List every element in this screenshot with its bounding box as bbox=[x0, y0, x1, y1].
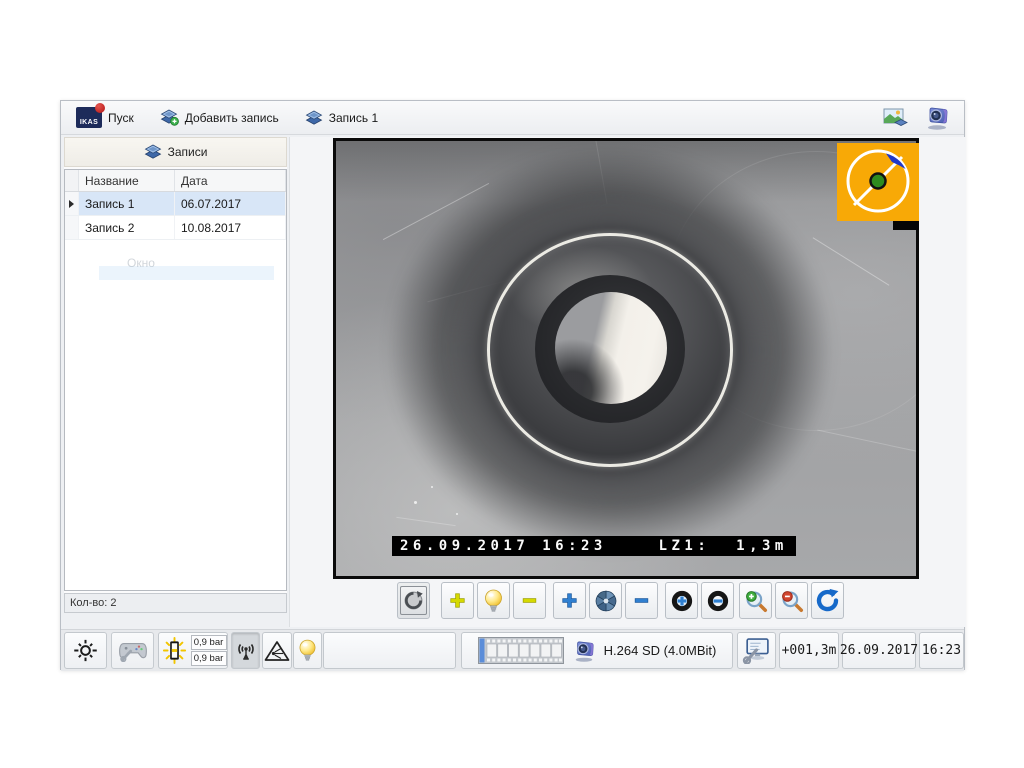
zoom-out-icon bbox=[780, 589, 804, 613]
codec-label: H.264 SD (4.0MBit) bbox=[604, 643, 717, 658]
add-record-button[interactable]: Добавить запись bbox=[151, 106, 288, 129]
records-table-header: Название Дата bbox=[65, 170, 286, 192]
laser-button[interactable] bbox=[262, 632, 292, 669]
pan-view-button[interactable] bbox=[397, 582, 430, 619]
record-name-cell: Запись 1 bbox=[79, 192, 175, 215]
pressure-group: 0,9 bar 0,9 bar bbox=[158, 632, 228, 669]
pan-view-icon bbox=[400, 586, 427, 615]
pipe-image: 26.09.2017 16:23 LZ1: 1,3m bbox=[336, 141, 916, 576]
reset-view-button[interactable] bbox=[811, 582, 844, 619]
current-record-button[interactable]: Запись 1 bbox=[296, 107, 387, 129]
focus-plus-button[interactable] bbox=[665, 582, 698, 619]
camera-video-feed: 26.09.2017 16:23 LZ1: 1,3m bbox=[333, 138, 919, 579]
zoom-out-button[interactable] bbox=[775, 582, 808, 619]
pressure-lamp-icon bbox=[160, 637, 189, 664]
current-record-label: Запись 1 bbox=[329, 111, 378, 125]
laser-warning-icon bbox=[264, 640, 290, 662]
record-stack-icon bbox=[144, 144, 162, 160]
add-record-label: Добавить запись bbox=[185, 111, 279, 125]
focus-minus-button[interactable] bbox=[701, 582, 734, 619]
desktop: IKAS Пуск Добавить запись bbox=[0, 0, 1024, 768]
row-marker-cell bbox=[65, 192, 79, 215]
date-display: 26.09.2017 bbox=[842, 632, 916, 669]
record-date-cell: 10.08.2017 bbox=[175, 216, 286, 239]
status-bar: 0,9 bar 0,9 bar bbox=[61, 629, 964, 671]
light-minus-button[interactable] bbox=[513, 582, 546, 619]
light-minus-icon bbox=[520, 591, 539, 610]
filmstrip-icon bbox=[478, 637, 564, 664]
iris-plus-button[interactable] bbox=[553, 582, 586, 619]
add-record-icon bbox=[160, 109, 179, 126]
start-button[interactable]: IKAS Пуск bbox=[67, 104, 143, 131]
ikas-logo-text: IKAS bbox=[76, 119, 102, 126]
time-display: 16:23 bbox=[919, 632, 964, 669]
records-count-bar: Кол-во: 2 bbox=[64, 593, 287, 613]
record-name-cell: Запись 2 bbox=[79, 216, 175, 239]
focus-plus-icon bbox=[670, 589, 694, 613]
iris-plus-icon bbox=[560, 591, 579, 610]
pressure-value-2: 0,9 bar bbox=[191, 651, 227, 666]
status-left-group: 0,9 bar 0,9 bar bbox=[64, 632, 322, 669]
overlay-settings-icon bbox=[742, 637, 771, 664]
app-window: IKAS Пуск Добавить запись bbox=[60, 100, 965, 670]
record-stack-icon bbox=[305, 110, 323, 126]
record-row-1[interactable]: Запись 1 06.07.2017 bbox=[65, 192, 286, 216]
main-toolbar: IKAS Пуск Добавить запись bbox=[61, 101, 964, 135]
lamp-icon bbox=[484, 589, 503, 613]
fading-tooltip-text: Окно bbox=[127, 256, 155, 270]
start-button-label: Пуск bbox=[108, 111, 134, 125]
brightness-button[interactable] bbox=[64, 632, 107, 669]
webcam-icon bbox=[572, 640, 596, 662]
camera-button[interactable] bbox=[922, 105, 952, 131]
overlay-settings-button[interactable] bbox=[737, 632, 776, 669]
iris-button[interactable] bbox=[589, 582, 622, 619]
records-panel-header[interactable]: Записи bbox=[64, 137, 287, 167]
light-plus-icon bbox=[448, 591, 467, 610]
reset-view-icon bbox=[815, 588, 840, 613]
zoom-in-icon bbox=[744, 589, 768, 613]
lamp-icon bbox=[299, 639, 316, 662]
column-header-name[interactable]: Название bbox=[79, 170, 175, 191]
transmitter-button[interactable] bbox=[231, 632, 260, 669]
distance-counter: +001,3m bbox=[779, 632, 839, 669]
focus-minus-icon bbox=[706, 589, 730, 613]
joystick-button[interactable] bbox=[111, 632, 154, 669]
brightness-icon bbox=[73, 638, 98, 663]
record-row-2[interactable]: Запись 2 10.08.2017 bbox=[65, 216, 286, 240]
selected-row-marker-icon bbox=[69, 200, 74, 208]
iris-icon bbox=[595, 590, 617, 612]
records-panel-title: Записи bbox=[168, 145, 208, 159]
marker-column-header bbox=[65, 170, 79, 191]
fading-tooltip-band bbox=[99, 266, 274, 280]
recording-status-panel: H.264 SD (4.0MBit) bbox=[461, 632, 733, 669]
lamp-status-button[interactable] bbox=[293, 632, 322, 669]
joystick-icon bbox=[118, 639, 148, 662]
camera-position-indicator bbox=[837, 143, 919, 221]
status-empty-panel bbox=[323, 632, 456, 669]
lamp-button[interactable] bbox=[477, 582, 510, 619]
snapshot-icon bbox=[883, 108, 908, 128]
webcam-icon bbox=[924, 106, 950, 130]
pressure-value-1: 0,9 bar bbox=[191, 635, 227, 650]
iris-minus-icon bbox=[632, 591, 651, 610]
record-date-cell: 06.07.2017 bbox=[175, 192, 286, 215]
snapshot-button[interactable] bbox=[880, 105, 910, 131]
row-marker-cell bbox=[65, 216, 79, 239]
toolbar-right-group bbox=[880, 105, 952, 131]
pressure-readouts: 0,9 bar 0,9 bar bbox=[191, 635, 227, 666]
records-table: Название Дата Запись 1 06.07.2017 Запись… bbox=[64, 169, 287, 591]
antenna-icon bbox=[234, 640, 258, 662]
records-panel: Записи Название Дата Запись 1 06.07.2017 bbox=[64, 137, 287, 613]
column-header-date[interactable]: Дата bbox=[175, 170, 286, 191]
zoom-in-button[interactable] bbox=[739, 582, 772, 619]
ikas-logo-dot bbox=[95, 103, 105, 113]
light-plus-button[interactable] bbox=[441, 582, 474, 619]
camera-controls-toolbar bbox=[397, 582, 844, 619]
ikas-logo-icon: IKAS bbox=[76, 107, 102, 128]
video-overlay-text: 26.09.2017 16:23 LZ1: 1,3m bbox=[392, 536, 796, 556]
video-artifact bbox=[893, 221, 919, 230]
iris-minus-button[interactable] bbox=[625, 582, 658, 619]
